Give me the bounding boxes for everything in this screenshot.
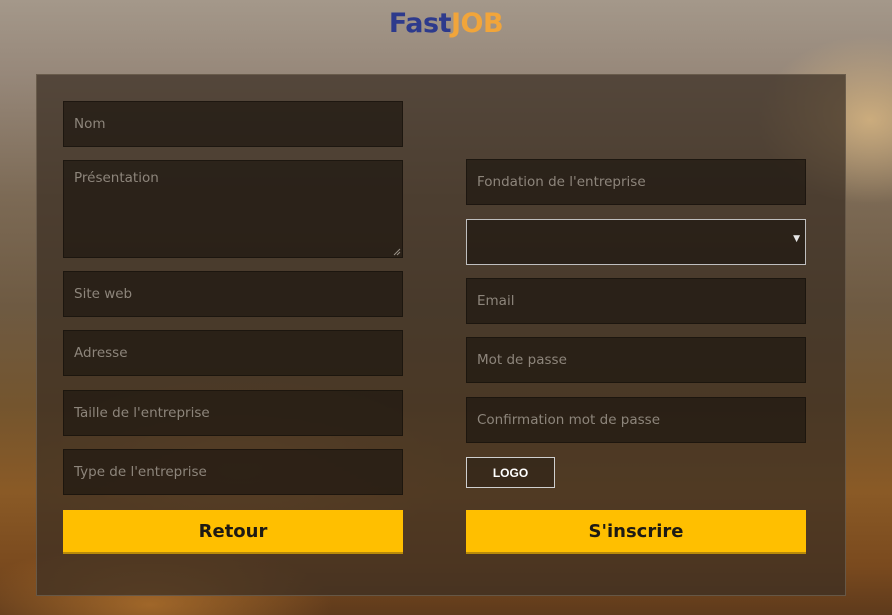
taille-entreprise-placeholder: Taille de l'entreprise <box>74 405 210 421</box>
retour-button[interactable]: Retour <box>63 510 403 554</box>
confirmation-mot-de-passe-input[interactable]: Confirmation mot de passe <box>466 397 806 443</box>
logo-part-fast: Fast <box>388 8 452 39</box>
logo-part-job: JOB <box>450 8 504 39</box>
type-entreprise-input[interactable]: Type de l'entreprise <box>63 449 403 495</box>
nom-placeholder: Nom <box>74 116 106 132</box>
taille-entreprise-input[interactable]: Taille de l'entreprise <box>63 390 403 436</box>
mot-de-passe-placeholder: Mot de passe <box>477 352 567 368</box>
adresse-placeholder: Adresse <box>74 345 128 361</box>
confirmation-placeholder: Confirmation mot de passe <box>477 412 661 428</box>
site-web-input[interactable]: Site web <box>63 271 403 317</box>
resize-handle-icon[interactable] <box>393 248 401 256</box>
entreprise-select[interactable]: ▼ <box>466 219 806 265</box>
presentation-textarea[interactable]: Présentation <box>63 160 403 258</box>
site-web-placeholder: Site web <box>74 286 133 302</box>
dropdown-arrow-icon: ▼ <box>793 234 800 244</box>
fondation-entreprise-placeholder: Fondation de l'entreprise <box>477 174 646 190</box>
type-entreprise-placeholder: Type de l'entreprise <box>74 464 207 480</box>
nom-input[interactable]: Nom <box>63 101 403 147</box>
adresse-input[interactable]: Adresse <box>63 330 403 376</box>
logo-upload-button[interactable]: LOGO <box>466 457 555 488</box>
presentation-placeholder: Présentation <box>74 170 159 186</box>
fondation-entreprise-input[interactable]: Fondation de l'entreprise <box>466 159 806 205</box>
mot-de-passe-input[interactable]: Mot de passe <box>466 337 806 383</box>
email-placeholder: Email <box>477 293 515 309</box>
app-logo: FastJOB <box>0 8 892 39</box>
inscrire-button[interactable]: S'inscrire <box>466 510 806 554</box>
email-input[interactable]: Email <box>466 278 806 324</box>
